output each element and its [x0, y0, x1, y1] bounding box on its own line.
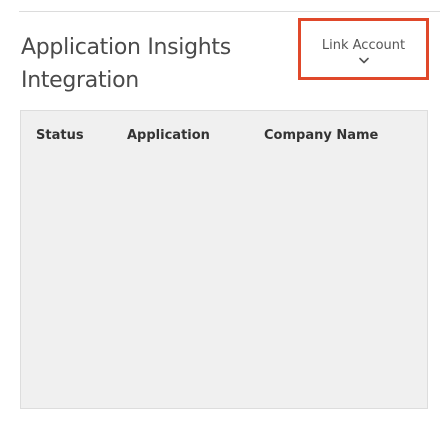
column-header-application[interactable]: Application [127, 128, 210, 143]
top-divider [19, 11, 440, 12]
column-header-company-name[interactable]: Company Name [264, 128, 378, 143]
accounts-table: Status Application Company Name [20, 110, 428, 409]
page-title: Application Insights Integration [21, 35, 231, 93]
table-header: Status Application Company Name [21, 111, 427, 157]
link-account-button[interactable]: Link Account [298, 18, 429, 80]
link-account-label: Link Account [321, 38, 406, 53]
column-header-status[interactable]: Status [36, 128, 84, 143]
chevron-down-icon [358, 57, 369, 64]
